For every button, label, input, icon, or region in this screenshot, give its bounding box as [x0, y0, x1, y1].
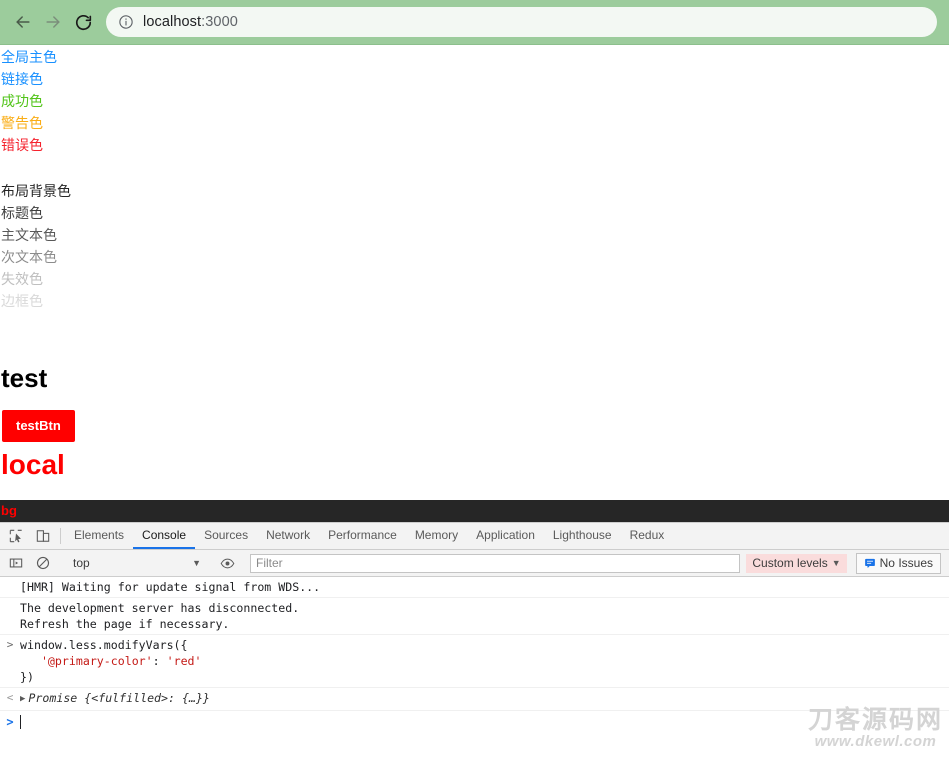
toolbar-divider: [60, 528, 61, 544]
back-button[interactable]: [8, 7, 38, 37]
local-heading: local: [1, 449, 65, 480]
console-context-value: top: [73, 556, 90, 570]
console-result-value: Promise {<fulfilled>: {…}}: [28, 691, 210, 705]
tab-elements[interactable]: Elements: [65, 523, 133, 549]
console-result-entry: < ▶ Promise {<fulfilled>: {…}}: [0, 688, 949, 711]
tab-memory[interactable]: Memory: [406, 523, 467, 549]
color-swatch-list-primary: 全局主色 链接色 成功色 警告色 错误色: [0, 45, 949, 157]
swatch-label: 错误色: [1, 138, 43, 154]
issues-button[interactable]: No Issues: [855, 552, 941, 574]
expand-triangle-icon[interactable]: ▶: [20, 691, 25, 707]
background-bar-label: bg: [1, 503, 17, 518]
background-color-bar: bg: [0, 500, 949, 522]
chevron-down-icon: ▼: [192, 558, 201, 568]
console-message-text: [HMR] Waiting for update signal from WDS…: [20, 580, 321, 594]
code-string-value: 'red': [166, 654, 202, 668]
console-sidebar-button[interactable]: [2, 556, 29, 570]
console-context-select[interactable]: top ▼: [65, 554, 205, 573]
issues-bubble-icon: [864, 558, 875, 568]
reload-button[interactable]: [68, 7, 98, 37]
console-message-text: The development server has disconnected.…: [20, 601, 300, 631]
tab-lighthouse[interactable]: Lighthouse: [544, 523, 621, 549]
swatch-label: 失效色: [1, 272, 43, 288]
url-host: localhost: [143, 14, 202, 30]
swatch-label: 成功色: [1, 94, 43, 110]
console-result-text[interactable]: ▶ Promise {<fulfilled>: {…}}: [20, 690, 949, 708]
inspect-element-icon: [9, 529, 22, 543]
tab-application[interactable]: Application: [467, 523, 544, 549]
address-bar-text: localhost:3000: [143, 14, 238, 30]
info-circle-icon[interactable]: [118, 14, 134, 30]
tab-sources[interactable]: Sources: [195, 523, 257, 549]
console-input-entry: > window.less.modifyVars({ '@primary-col…: [0, 635, 949, 688]
console-input-gutter: >: [6, 638, 14, 651]
console-input-code: window.less.modifyVars({ '@primary-color…: [20, 637, 949, 685]
swatch-label: 警告色: [1, 116, 43, 132]
clear-console-icon: [36, 556, 49, 570]
device-toolbar-icon: [36, 530, 49, 542]
console-filter-bar: top ▼ Custom levels ▼ No Issues: [0, 550, 949, 577]
tab-network[interactable]: Network: [257, 523, 319, 549]
live-expression-button[interactable]: [214, 556, 241, 571]
console-message: The development server has disconnected.…: [0, 598, 949, 635]
console-result-gutter: <: [6, 691, 14, 704]
browser-toolbar: localhost:3000: [0, 0, 949, 45]
log-levels-label: Custom levels: [752, 556, 828, 570]
console-prompt-arrow: >: [6, 715, 14, 729]
log-levels-select[interactable]: Custom levels ▼: [746, 553, 847, 573]
page-content: 全局主色 链接色 成功色 警告色 错误色 布局背景色 标题色 主文本色 次文本色…: [0, 45, 949, 522]
code-line-1: window.less.modifyVars({: [20, 638, 188, 652]
device-toolbar-button[interactable]: [29, 523, 56, 549]
url-port: :3000: [201, 14, 238, 30]
code-string-key: '@primary-color': [40, 654, 153, 668]
console-filter-input[interactable]: [250, 553, 741, 573]
swatch-label: 边框色: [1, 294, 43, 310]
console-prompt-row[interactable]: >: [0, 711, 949, 733]
issues-label: No Issues: [879, 556, 933, 570]
address-bar[interactable]: localhost:3000: [106, 7, 937, 37]
inspect-element-button[interactable]: [2, 523, 29, 549]
tab-performance[interactable]: Performance: [319, 523, 406, 549]
color-swatch-list-neutral: 布局背景色 标题色 主文本色 次文本色 失效色 边框色: [0, 179, 949, 313]
console-output[interactable]: [HMR] Waiting for update signal from WDS…: [0, 577, 949, 757]
clear-console-button[interactable]: [29, 556, 56, 570]
console-sidebar-icon: [9, 558, 22, 568]
text-cursor: [20, 715, 21, 729]
reload-icon: [75, 14, 91, 30]
tab-console[interactable]: Console: [133, 523, 196, 549]
code-line-3: }): [20, 670, 34, 684]
live-expression-eye-icon: [220, 558, 235, 568]
forward-button[interactable]: [38, 7, 68, 37]
chevron-down-icon: ▼: [831, 558, 841, 568]
swatch-label: 链接色: [1, 72, 43, 88]
code-colon: :: [152, 654, 167, 668]
test-button[interactable]: testBtn: [2, 410, 75, 442]
arrow-left-icon: [16, 16, 30, 28]
swatch-label: 主文本色: [1, 228, 57, 244]
swatch-label: 次文本色: [1, 250, 57, 266]
swatch-group-divider: [0, 157, 949, 179]
tab-redux[interactable]: Redux: [621, 523, 674, 549]
page-title: test: [1, 363, 48, 393]
console-message: [HMR] Waiting for update signal from WDS…: [0, 577, 949, 598]
swatch-label: 全局主色: [1, 50, 57, 66]
arrow-right-icon: [46, 16, 60, 28]
devtools-panel: Elements Console Sources Network Perform…: [0, 522, 949, 757]
devtools-tabbar: Elements Console Sources Network Perform…: [0, 523, 949, 550]
swatch-label: 布局背景色: [1, 184, 71, 200]
swatch-label: 标题色: [1, 206, 43, 222]
